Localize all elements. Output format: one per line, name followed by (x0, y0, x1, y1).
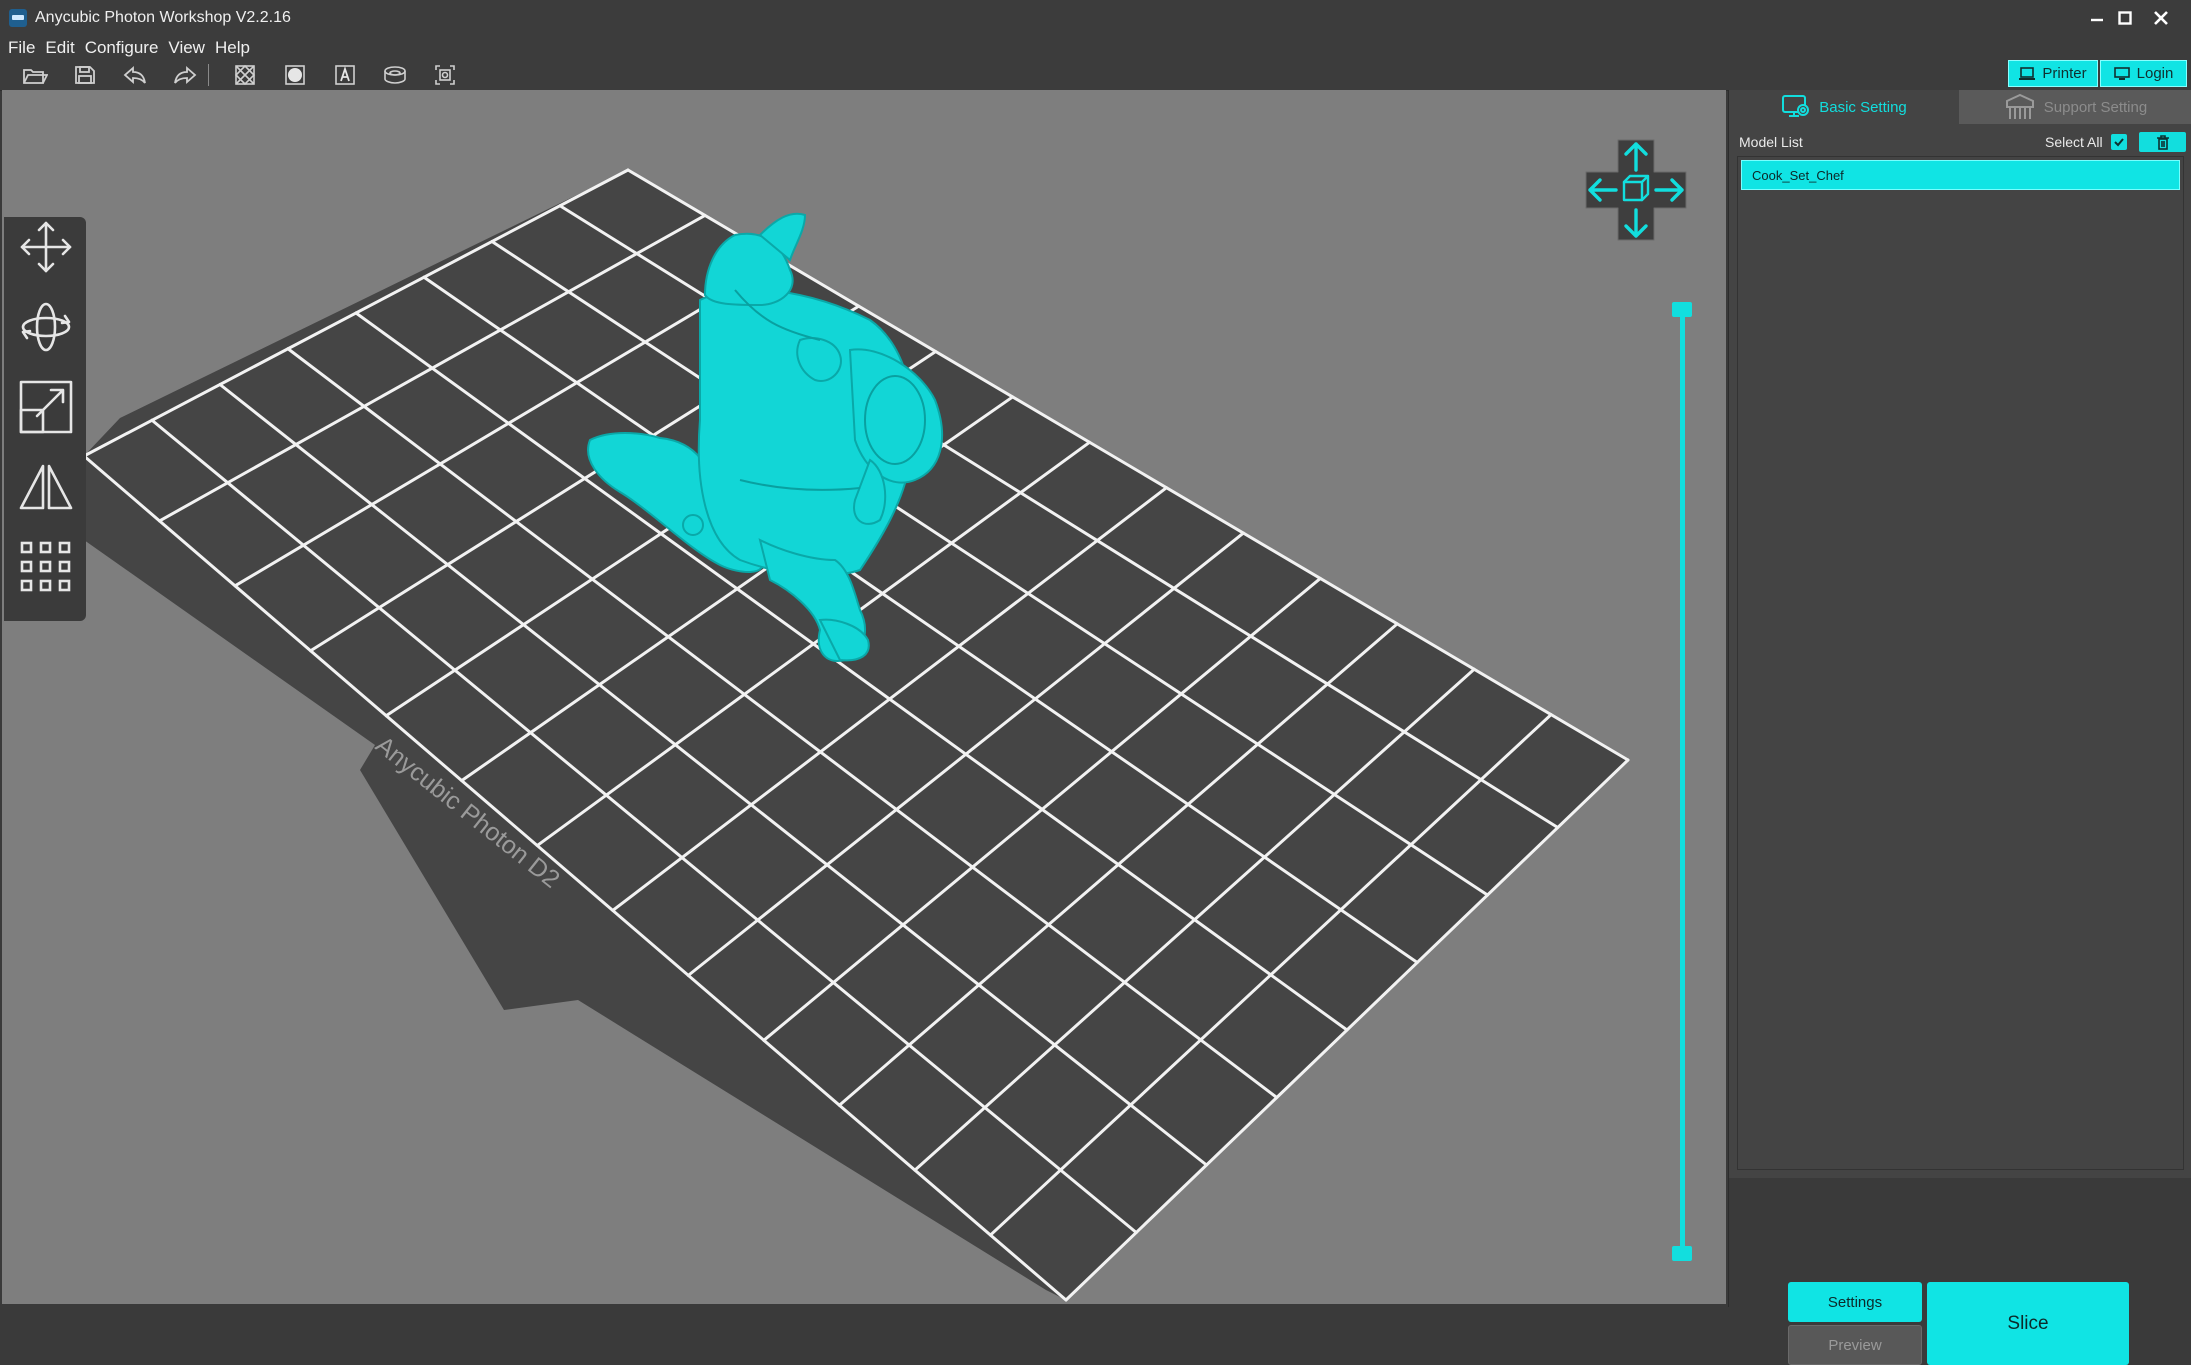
layer-slider[interactable] (1670, 302, 1694, 1262)
printer-button[interactable]: Printer (2008, 60, 2098, 87)
move-icon[interactable] (16, 217, 76, 277)
toolbar-separator (208, 64, 209, 86)
view-navigation-cube[interactable] (1578, 132, 1694, 248)
login-button[interactable]: Login (2100, 60, 2187, 87)
window-title: Anycubic Photon Workshop V2.2.16 (35, 9, 291, 26)
scene-canvas[interactable]: Anycubic Photon D2 (2, 90, 1726, 1304)
save-icon[interactable] (68, 62, 102, 88)
basic-setting-icon (1782, 95, 1810, 117)
trash-icon (2156, 134, 2169, 150)
array-icon[interactable] (16, 537, 76, 597)
model-list-item[interactable]: Cook_Set_Chef (1741, 160, 2180, 190)
checkmark-icon (2114, 138, 2124, 147)
text-icon[interactable] (328, 62, 362, 88)
model-list-header: Model List Select All (1739, 132, 2186, 152)
open-folder-icon[interactable] (18, 62, 52, 88)
support-setting-icon (2005, 93, 2034, 119)
delete-model-button[interactable] (2139, 132, 2186, 152)
scale-icon[interactable] (16, 377, 76, 437)
transform-toolbar (4, 217, 86, 621)
solid-view-icon[interactable] (278, 62, 312, 88)
menu-view[interactable]: View (164, 38, 211, 58)
select-all-checkbox[interactable] (2111, 134, 2127, 150)
menu-configure[interactable]: Configure (81, 38, 165, 58)
login-button-label: Login (2136, 65, 2174, 82)
tab-support-label: Support Setting (2043, 98, 2148, 116)
menu-file[interactable]: File (4, 38, 41, 58)
3d-viewport[interactable]: Anycubic Photon D2 (2, 90, 1726, 1304)
right-panel: Basic Setting Support Setting Model List… (1728, 90, 2191, 1365)
slice-button[interactable]: Slice (1927, 1282, 2129, 1365)
tab-basic-setting[interactable]: Basic Setting (1729, 90, 1959, 124)
undo-icon[interactable] (118, 62, 152, 88)
hollow-icon[interactable] (378, 62, 412, 88)
model-list-label: Model List (1739, 134, 1803, 150)
punch-hole-icon[interactable] (428, 62, 462, 88)
title-bar: Anycubic Photon Workshop V2.2.16 (0, 0, 2191, 36)
model-list: Cook_Set_Chef (1737, 156, 2184, 1170)
close-icon[interactable] (2144, 0, 2178, 36)
app-logo-icon (9, 9, 27, 27)
mirror-icon[interactable] (16, 457, 76, 517)
menu-bar: File Edit Configure View Help (0, 36, 2191, 60)
wireframe-view-icon[interactable] (228, 62, 262, 88)
monitor-icon (2113, 66, 2130, 80)
toolbar (0, 60, 2191, 91)
rotate-icon[interactable] (16, 297, 76, 357)
layer-slider-top-handle[interactable] (1672, 302, 1692, 317)
maximize-icon[interactable] (2108, 0, 2142, 36)
panel-tabs: Basic Setting Support Setting (1729, 90, 2191, 124)
tab-support-setting[interactable]: Support Setting (1959, 90, 2191, 124)
laptop-icon (2019, 66, 2036, 80)
layer-slider-bottom-handle[interactable] (1672, 1246, 1692, 1261)
select-all-label: Select All (2045, 134, 2103, 150)
printer-button-label: Printer (2042, 65, 2087, 82)
preview-button[interactable]: Preview (1788, 1325, 1922, 1365)
settings-button[interactable]: Settings (1788, 1282, 1922, 1322)
menu-edit[interactable]: Edit (41, 38, 80, 58)
menu-help[interactable]: Help (211, 38, 256, 58)
tab-basic-label: Basic Setting (1819, 98, 1907, 116)
model-name: Cook_Set_Chef (1752, 167, 1844, 183)
redo-icon[interactable] (168, 62, 202, 88)
